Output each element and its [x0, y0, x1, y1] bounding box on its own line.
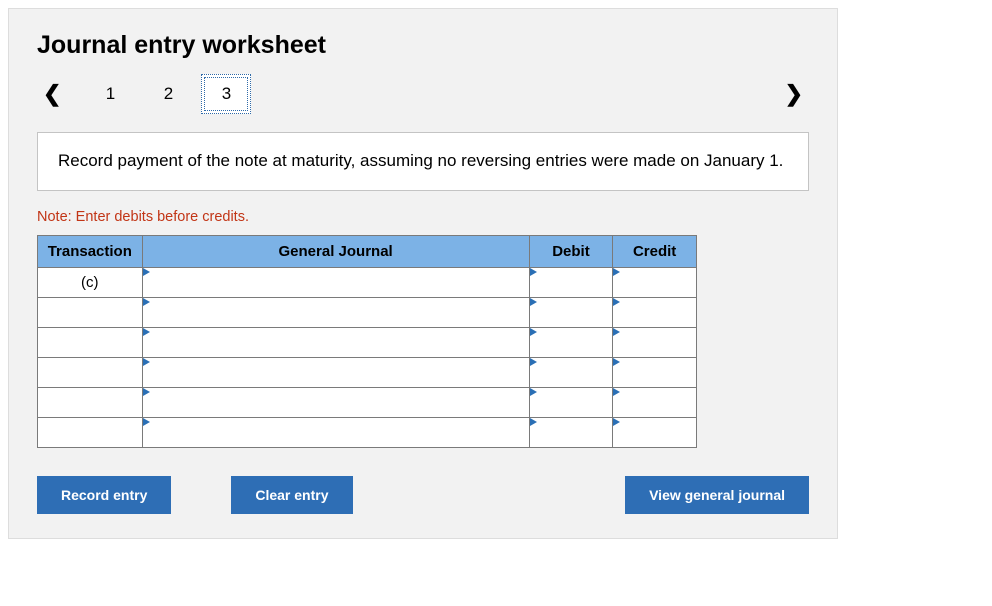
dropdown-indicator-icon	[613, 388, 620, 396]
dropdown-indicator-icon	[613, 268, 620, 276]
page-3[interactable]: 3	[201, 74, 251, 114]
dropdown-indicator-icon	[143, 298, 150, 306]
cell-general-journal[interactable]	[142, 267, 529, 297]
cell-debit[interactable]	[529, 327, 613, 357]
cell-credit[interactable]	[613, 357, 697, 387]
dropdown-indicator-icon	[530, 298, 537, 306]
dropdown-indicator-icon	[613, 358, 620, 366]
header-credit: Credit	[613, 235, 697, 267]
dropdown-indicator-icon	[530, 268, 537, 276]
cell-credit[interactable]	[613, 297, 697, 327]
dropdown-indicator-icon	[530, 358, 537, 366]
cell-credit[interactable]	[613, 327, 697, 357]
cell-debit[interactable]	[529, 387, 613, 417]
chevron-left-icon[interactable]: ❮	[37, 77, 67, 111]
header-debit: Debit	[529, 235, 613, 267]
cell-debit[interactable]	[529, 267, 613, 297]
dropdown-indicator-icon	[143, 388, 150, 396]
table-row	[38, 387, 697, 417]
instruction-box: Record payment of the note at maturity, …	[37, 132, 809, 191]
dropdown-indicator-icon	[530, 388, 537, 396]
table-row	[38, 357, 697, 387]
cell-general-journal[interactable]	[142, 387, 529, 417]
record-entry-button[interactable]: Record entry	[37, 476, 171, 514]
table-row: (c)	[38, 267, 697, 297]
chevron-right-icon[interactable]: ❯	[779, 77, 809, 111]
header-transaction: Transaction	[38, 235, 143, 267]
table-row	[38, 417, 697, 447]
page-2[interactable]: 2	[143, 74, 193, 114]
dropdown-indicator-icon	[530, 418, 537, 426]
table-row	[38, 327, 697, 357]
cell-general-journal[interactable]	[142, 357, 529, 387]
cell-general-journal[interactable]	[142, 327, 529, 357]
dropdown-indicator-icon	[613, 328, 620, 336]
cell-debit[interactable]	[529, 357, 613, 387]
cell-general-journal[interactable]	[142, 297, 529, 327]
cell-general-journal[interactable]	[142, 417, 529, 447]
dropdown-indicator-icon	[613, 298, 620, 306]
dropdown-indicator-icon	[530, 328, 537, 336]
cell-transaction[interactable]	[38, 327, 143, 357]
journal-tbody: (c)	[38, 267, 697, 447]
page-title: Journal entry worksheet	[37, 31, 809, 60]
cell-transaction[interactable]: (c)	[38, 267, 143, 297]
button-row: Record entry Clear entry View general jo…	[37, 476, 809, 514]
worksheet-panel: Journal entry worksheet ❮ 1 2 3 ❯ Record…	[8, 8, 838, 539]
dropdown-indicator-icon	[143, 358, 150, 366]
table-row	[38, 297, 697, 327]
view-general-journal-button[interactable]: View general journal	[625, 476, 809, 514]
cell-credit[interactable]	[613, 267, 697, 297]
cell-transaction[interactable]	[38, 357, 143, 387]
page-1[interactable]: 1	[85, 74, 135, 114]
header-general-journal: General Journal	[142, 235, 529, 267]
cell-debit[interactable]	[529, 417, 613, 447]
note-text: Note: Enter debits before credits.	[37, 209, 809, 225]
cell-transaction[interactable]	[38, 297, 143, 327]
dropdown-indicator-icon	[143, 268, 150, 276]
dropdown-indicator-icon	[613, 418, 620, 426]
cell-transaction[interactable]	[38, 417, 143, 447]
cell-transaction[interactable]	[38, 387, 143, 417]
cell-debit[interactable]	[529, 297, 613, 327]
dropdown-indicator-icon	[143, 328, 150, 336]
journal-table: Transaction General Journal Debit Credit…	[37, 235, 697, 448]
cell-credit[interactable]	[613, 387, 697, 417]
pager: ❮ 1 2 3 ❯	[37, 74, 809, 114]
dropdown-indicator-icon	[143, 418, 150, 426]
clear-entry-button[interactable]: Clear entry	[231, 476, 352, 514]
cell-credit[interactable]	[613, 417, 697, 447]
